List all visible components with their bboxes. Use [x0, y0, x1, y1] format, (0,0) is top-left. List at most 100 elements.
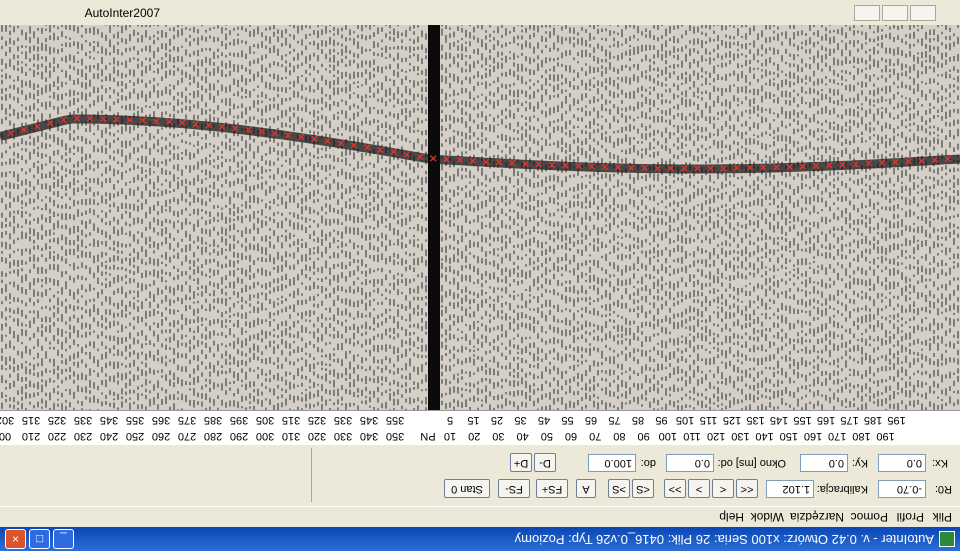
pick-marker[interactable]: × — [877, 157, 886, 170]
pick-marker[interactable]: × — [495, 156, 504, 169]
pick-marker[interactable]: × — [838, 158, 847, 171]
pick-marker[interactable]: × — [283, 129, 292, 142]
inner-max-button[interactable] — [882, 5, 908, 21]
pick-marker[interactable]: × — [904, 155, 913, 168]
d-minus-button[interactable]: D- — [534, 453, 556, 472]
pick-marker[interactable]: × — [759, 161, 768, 174]
pick-marker[interactable]: × — [917, 154, 926, 167]
pick-marker[interactable]: × — [178, 117, 187, 130]
pick-marker[interactable]: × — [138, 114, 147, 127]
pick-marker[interactable]: × — [191, 118, 200, 131]
pick-marker[interactable]: × — [323, 135, 332, 148]
pick-marker[interactable]: × — [851, 158, 860, 171]
pick-marker[interactable]: × — [310, 133, 319, 146]
nav-prev-button[interactable]: < — [712, 479, 734, 498]
pick-marker[interactable]: × — [521, 157, 530, 170]
close-button[interactable]: × — [5, 529, 26, 549]
pick-marker[interactable]: × — [165, 116, 174, 129]
kalibracja-field[interactable] — [766, 480, 814, 498]
r0-field[interactable] — [878, 480, 926, 498]
okno-to-field[interactable] — [588, 454, 636, 472]
pick-marker[interactable]: × — [798, 160, 807, 173]
pick-marker[interactable]: × — [217, 121, 226, 134]
pick-marker[interactable]: × — [415, 150, 424, 163]
auto-button[interactable]: A — [576, 479, 596, 498]
menu-pomoc[interactable]: Pomoc — [851, 510, 888, 524]
pick-marker[interactable]: × — [402, 148, 411, 161]
pick-marker[interactable]: × — [693, 162, 702, 175]
pick-marker[interactable]: × — [561, 159, 570, 172]
pick-marker[interactable]: × — [574, 160, 583, 173]
pick-marker[interactable]: × — [270, 127, 279, 140]
pick-marker[interactable]: × — [785, 161, 794, 174]
inner-close-button[interactable] — [910, 5, 936, 21]
pick-marker[interactable]: × — [613, 161, 622, 174]
pick-marker[interactable]: × — [745, 162, 754, 175]
pick-marker[interactable]: × — [640, 162, 649, 175]
pick-marker[interactable]: × — [151, 115, 160, 128]
pick-marker[interactable]: × — [85, 112, 94, 125]
title-bar[interactable]: AutoInter - v. 0.42 Otwórz: x100 Seria: … — [0, 527, 960, 551]
pick-marker[interactable]: × — [6, 127, 15, 140]
pick-marker[interactable]: × — [231, 122, 240, 135]
pick-marker[interactable]: × — [389, 146, 398, 159]
pick-marker[interactable]: × — [547, 159, 556, 172]
pick-marker[interactable]: × — [349, 139, 358, 152]
menu-help[interactable]: Help — [719, 510, 744, 524]
pick-marker[interactable]: × — [376, 143, 385, 156]
nav-first-button[interactable]: << — [736, 479, 758, 498]
okno-from-field[interactable] — [666, 454, 714, 472]
stan-button[interactable]: Stan 0 — [444, 479, 490, 498]
pick-marker[interactable]: × — [679, 162, 688, 175]
pick-marker[interactable]: × — [508, 157, 517, 170]
pick-marker[interactable]: × — [429, 152, 438, 165]
pick-marker[interactable]: × — [204, 119, 213, 132]
menu-narzedzia[interactable]: Narzędzia — [790, 510, 844, 524]
menu-widok[interactable]: Widok — [751, 510, 784, 524]
pick-marker[interactable]: × — [363, 141, 372, 154]
pick-marker[interactable]: × — [468, 155, 477, 168]
pick-marker[interactable]: × — [59, 114, 68, 127]
pick-marker[interactable]: × — [72, 112, 81, 125]
seismic-section-view[interactable]: × × × × × × × × × × × × × × × × × × × × × × × × × × × × × × × × × × × × × × × ×… — [0, 25, 960, 445]
maximize-button[interactable]: □ — [29, 529, 50, 549]
inner-min-button[interactable] — [854, 5, 880, 21]
pick-marker[interactable]: × — [19, 124, 28, 137]
pick-marker[interactable]: × — [481, 155, 490, 168]
pick-marker[interactable]: × — [943, 153, 952, 166]
pick-marker[interactable]: × — [442, 153, 451, 166]
d-plus-button[interactable]: D+ — [510, 453, 532, 472]
pick-marker[interactable]: × — [587, 160, 596, 173]
pick-marker[interactable]: × — [297, 131, 306, 144]
pick-marker[interactable]: × — [33, 120, 42, 133]
pick-marker[interactable]: × — [627, 161, 636, 174]
pick-marker[interactable]: × — [864, 157, 873, 170]
pick-marker[interactable]: × — [930, 154, 939, 167]
pick-marker[interactable]: × — [455, 154, 464, 167]
pick-marker[interactable]: × — [719, 162, 728, 175]
pick-marker[interactable]: × — [825, 159, 834, 172]
fs-minus-button[interactable]: FS- — [498, 479, 530, 498]
pick-marker[interactable]: × — [46, 117, 55, 130]
pick-marker[interactable]: × — [600, 161, 609, 174]
pick-marker[interactable]: × — [732, 162, 741, 175]
kx-field[interactable] — [878, 454, 926, 472]
pick-marker[interactable]: × — [336, 137, 345, 150]
pick-marker[interactable]: × — [257, 125, 266, 138]
ky-field[interactable] — [800, 454, 848, 472]
nav-last-button[interactable]: >> — [664, 479, 686, 498]
pick-marker[interactable]: × — [125, 113, 134, 126]
pick-marker[interactable]: × — [666, 162, 675, 175]
nav-next-button[interactable]: > — [688, 479, 710, 498]
pick-marker[interactable]: × — [891, 156, 900, 169]
pick-marker[interactable]: × — [772, 161, 781, 174]
menu-profil[interactable]: Profil — [897, 510, 924, 524]
pick-marker[interactable]: × — [706, 162, 715, 175]
minimize-button[interactable]: _ — [53, 529, 74, 549]
pick-marker[interactable]: × — [811, 160, 820, 173]
fs-plus-button[interactable]: FS+ — [536, 479, 568, 498]
step-back-button[interactable]: <S — [632, 479, 654, 498]
pick-marker[interactable]: × — [653, 162, 662, 175]
step-forward-button[interactable]: >S — [608, 479, 630, 498]
pick-marker[interactable]: × — [112, 113, 121, 126]
